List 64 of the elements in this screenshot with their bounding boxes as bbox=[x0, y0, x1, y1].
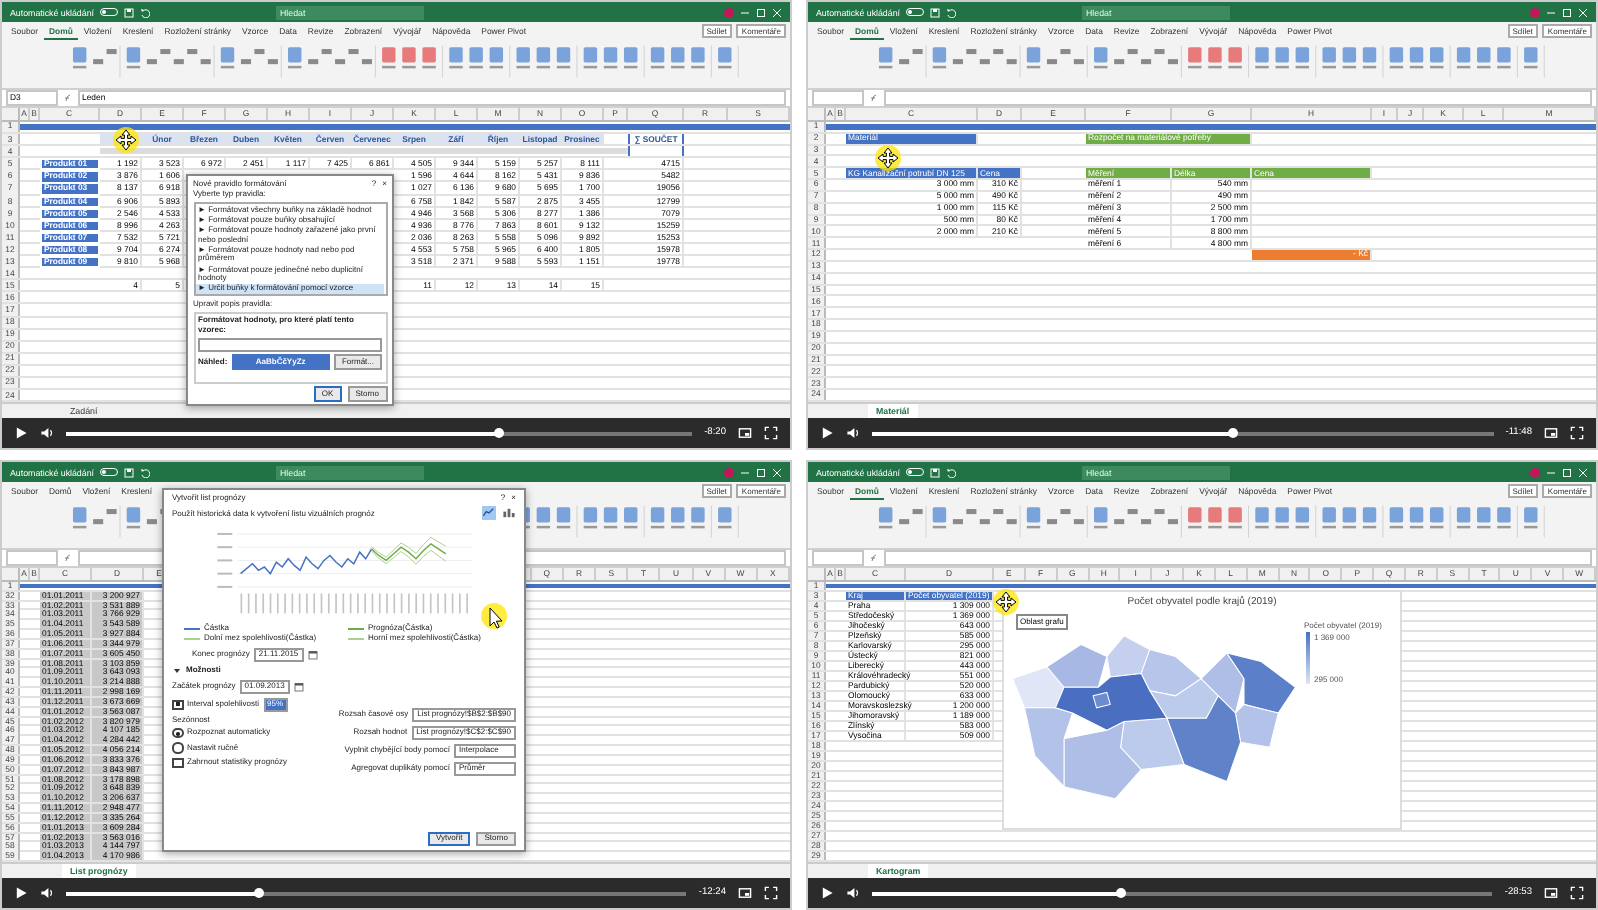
close-icon[interactable] bbox=[772, 7, 782, 17]
function-icon[interactable] bbox=[62, 554, 74, 562]
undo-icon[interactable] bbox=[139, 467, 150, 477]
minimize-icon[interactable] bbox=[1546, 7, 1556, 17]
play-icon[interactable] bbox=[14, 886, 28, 900]
minimize-icon[interactable] bbox=[1546, 467, 1556, 477]
fullscreen-icon[interactable] bbox=[764, 426, 778, 440]
close-icon[interactable] bbox=[1578, 467, 1588, 477]
caret-icon[interactable] bbox=[172, 665, 182, 676]
volume-icon[interactable] bbox=[846, 426, 860, 440]
fullscreen-icon[interactable] bbox=[764, 886, 778, 900]
progress-handle[interactable] bbox=[253, 888, 264, 898]
formula-field[interactable] bbox=[884, 550, 1592, 566]
calendar-icon[interactable] bbox=[293, 682, 304, 692]
progress-handle[interactable] bbox=[1115, 888, 1126, 898]
undo-icon[interactable] bbox=[945, 467, 956, 477]
radio-button[interactable] bbox=[172, 727, 183, 739]
table-cell bbox=[628, 146, 684, 157]
save-icon[interactable] bbox=[929, 7, 940, 17]
play-icon[interactable] bbox=[820, 426, 834, 440]
checkbox[interactable] bbox=[172, 699, 183, 711]
close-icon[interactable] bbox=[1578, 7, 1588, 17]
cursor-highlight bbox=[874, 144, 902, 172]
picture-in-picture-icon[interactable] bbox=[1544, 886, 1558, 900]
minimize-icon[interactable] bbox=[740, 467, 750, 477]
cursor-highlight bbox=[480, 602, 508, 630]
fullscreen-icon[interactable] bbox=[1570, 426, 1584, 440]
line-chart-icon[interactable] bbox=[482, 506, 496, 521]
formula-field[interactable] bbox=[198, 337, 382, 352]
toggle-switch[interactable] bbox=[99, 8, 118, 16]
volume-icon[interactable] bbox=[40, 886, 54, 900]
maximize-icon[interactable] bbox=[756, 467, 766, 477]
toggle-switch[interactable] bbox=[905, 468, 924, 476]
checkbox[interactable] bbox=[172, 757, 183, 769]
toggle-switch[interactable] bbox=[99, 468, 118, 476]
function-icon[interactable] bbox=[868, 554, 880, 562]
volume-icon[interactable] bbox=[846, 886, 860, 900]
maximize-icon[interactable] bbox=[1562, 467, 1572, 477]
save-icon[interactable] bbox=[123, 467, 134, 477]
progress-handle[interactable] bbox=[1227, 428, 1238, 438]
maximize-icon[interactable] bbox=[1562, 7, 1572, 17]
function-icon[interactable] bbox=[62, 94, 74, 102]
undo-icon[interactable] bbox=[139, 7, 150, 17]
toggle-switch[interactable] bbox=[905, 8, 924, 16]
calendar-icon[interactable] bbox=[307, 649, 318, 660]
picture-in-picture-icon[interactable] bbox=[1544, 426, 1558, 440]
play-icon[interactable] bbox=[820, 886, 834, 900]
close-icon[interactable] bbox=[772, 467, 782, 477]
cursor-highlight bbox=[112, 126, 140, 154]
save-icon[interactable] bbox=[123, 7, 134, 17]
progress-handle[interactable] bbox=[493, 428, 503, 438]
bar-chart-icon[interactable] bbox=[502, 506, 516, 521]
volume-icon[interactable] bbox=[40, 426, 54, 440]
function-icon[interactable] bbox=[868, 94, 880, 102]
picture-in-picture-icon[interactable] bbox=[738, 426, 752, 440]
save-icon[interactable] bbox=[929, 467, 940, 477]
picture-in-picture-icon[interactable] bbox=[738, 886, 752, 900]
radio-button[interactable] bbox=[172, 742, 183, 754]
undo-icon[interactable] bbox=[945, 7, 956, 17]
maximize-icon[interactable] bbox=[756, 7, 766, 17]
minimize-icon[interactable] bbox=[740, 7, 750, 17]
play-icon[interactable] bbox=[14, 426, 28, 440]
fullscreen-icon[interactable] bbox=[1570, 886, 1584, 900]
formula-field[interactable] bbox=[884, 90, 1592, 106]
